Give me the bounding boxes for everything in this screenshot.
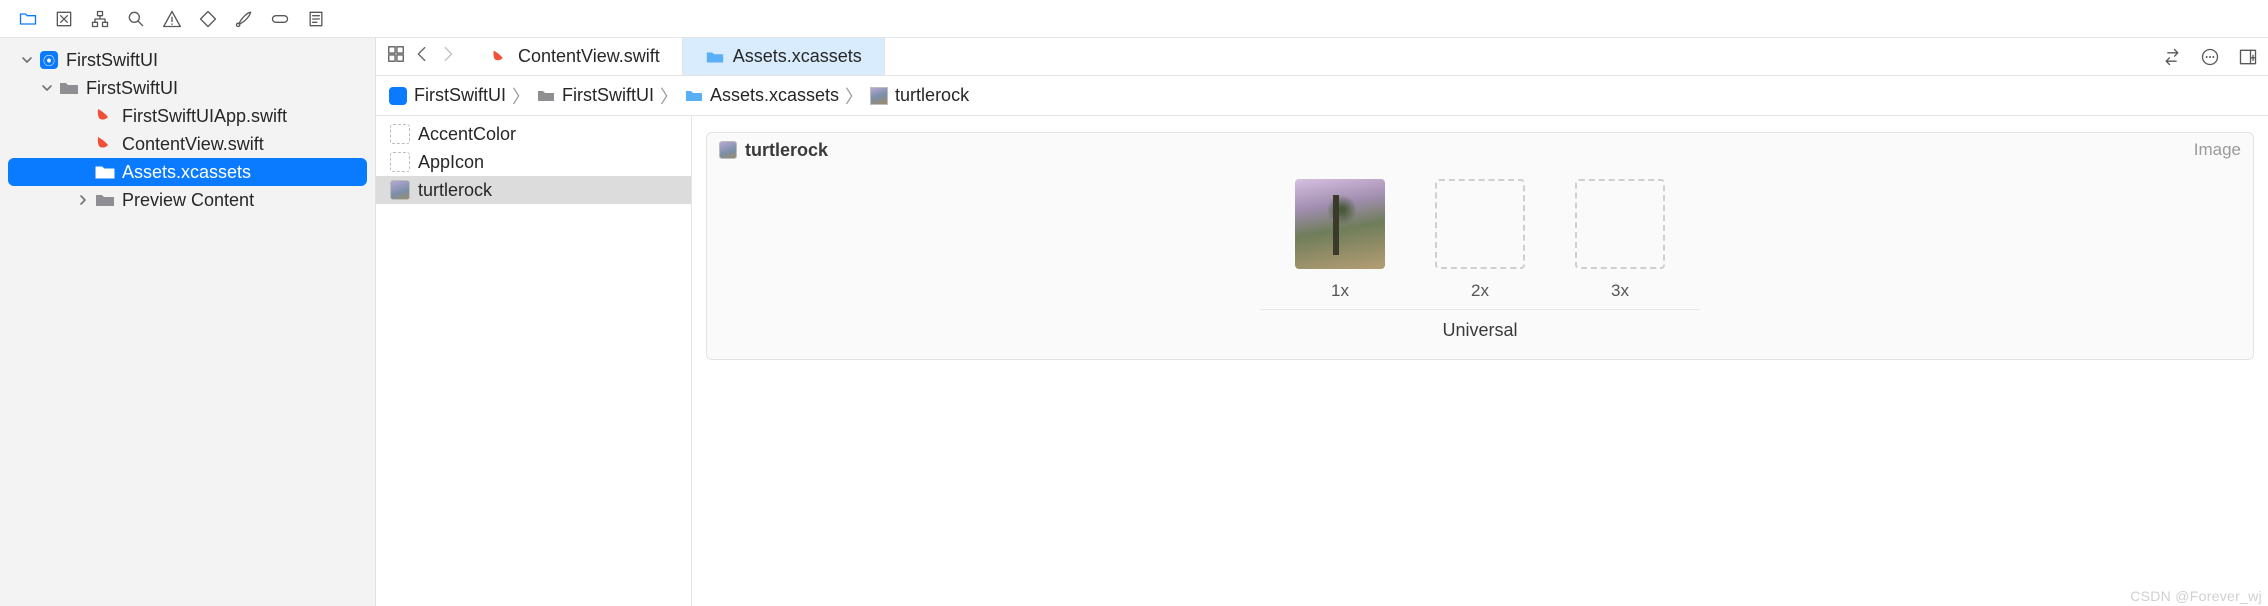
folder-icon[interactable] (14, 5, 42, 33)
tab-contentview[interactable]: ContentView.swift (468, 38, 683, 75)
tree-row-assets[interactable]: Assets.xcassets (8, 158, 367, 186)
chevron-down-icon[interactable] (20, 53, 34, 67)
forward-icon[interactable] (438, 44, 458, 69)
navigator-toolbar (0, 0, 2268, 38)
tree-label: FirstSwiftUI (66, 50, 158, 71)
search-icon[interactable] (122, 5, 150, 33)
tab-label: Assets.xcassets (733, 46, 862, 67)
asset-catalog-editor: AccentColor AppIcon turtlerock turtl (376, 116, 2268, 606)
swift-icon (94, 105, 116, 127)
chevron-right-icon: 〉 (512, 83, 530, 109)
color-thumb-icon (390, 124, 410, 144)
tab-label: ContentView.swift (518, 46, 660, 67)
pill-icon[interactable] (266, 5, 294, 33)
jumpbar-assets[interactable]: Assets.xcassets (684, 85, 839, 106)
folder-icon (58, 77, 80, 99)
tree-row-folder[interactable]: FirstSwiftUI (8, 74, 367, 102)
image-slots: 1x 2x 3x (707, 179, 2253, 301)
slot-1x[interactable]: 1x (1295, 179, 1385, 301)
image-thumb-icon (719, 141, 737, 159)
slot-thumb-1x[interactable] (1295, 179, 1385, 269)
project-navigator: ⦿ FirstSwiftUI FirstSwiftUI FirstSwiftUI… (0, 38, 376, 606)
jumpbar-image[interactable]: turtlerock (869, 85, 969, 106)
watermark: CSDN @Forever_wj (2130, 588, 2262, 604)
tree-row-file[interactable]: FirstSwiftUIApp.swift (8, 102, 367, 130)
appicon-thumb-icon (390, 152, 410, 172)
chevron-right-icon: 〉 (660, 83, 678, 109)
svg-text:⦿: ⦿ (43, 54, 55, 68)
assets-icon (684, 86, 704, 106)
asset-item-turtlerock[interactable]: turtlerock (376, 176, 691, 204)
notes-icon[interactable] (302, 5, 330, 33)
swift-icon (94, 133, 116, 155)
tree-label: Preview Content (122, 190, 254, 211)
slot-3x[interactable]: 3x (1575, 179, 1665, 301)
tab-bar: ContentView.swift Assets.xcassets (376, 38, 2268, 76)
toolbar-left-group (8, 5, 330, 33)
diamond-icon[interactable] (194, 5, 222, 33)
ellipsis-icon[interactable] (2196, 43, 2224, 71)
image-icon (869, 86, 889, 106)
brush-icon[interactable] (230, 5, 258, 33)
tab-nav-controls (376, 38, 468, 75)
assets-icon (94, 161, 116, 183)
warning-icon[interactable] (158, 5, 186, 33)
tree-label: FirstSwiftUIApp.swift (122, 106, 287, 127)
imageset-box: turtlerock Image 1x 2x (706, 132, 2254, 360)
main-area: ⦿ FirstSwiftUI FirstSwiftUI FirstSwiftUI… (0, 38, 2268, 606)
slot-empty-2x[interactable] (1435, 179, 1525, 269)
slot-label: 2x (1471, 281, 1489, 301)
tab-assets[interactable]: Assets.xcassets (683, 38, 885, 75)
add-panel-icon[interactable] (2234, 43, 2262, 71)
assets-icon (705, 47, 725, 67)
related-items-icon[interactable] (386, 44, 406, 69)
asset-item-accentcolor[interactable]: AccentColor (376, 120, 691, 148)
editor-right-controls (2158, 38, 2268, 75)
tree-label: FirstSwiftUI (86, 78, 178, 99)
asset-outline: AccentColor AppIcon turtlerock (376, 116, 692, 606)
imageset-kind: Image (2194, 140, 2241, 160)
app-icon: ⦿ (38, 49, 60, 71)
chevron-right-icon: 〉 (845, 83, 863, 109)
slot-label: 1x (1331, 281, 1349, 301)
hierarchy-icon[interactable] (86, 5, 114, 33)
chevron-right-icon[interactable] (76, 193, 90, 207)
tree-label: ContentView.swift (122, 134, 264, 155)
jumpbar-project[interactable]: FirstSwiftUI (388, 85, 506, 106)
folder-icon (94, 189, 116, 211)
slot-label: 3x (1611, 281, 1629, 301)
jumpbar-folder[interactable]: FirstSwiftUI (536, 85, 654, 106)
asset-canvas: turtlerock Image 1x 2x (692, 116, 2268, 606)
tree-row-file[interactable]: ContentView.swift (8, 130, 367, 158)
slot-empty-3x[interactable] (1575, 179, 1665, 269)
image-thumb-icon (390, 180, 410, 200)
swap-icon[interactable] (2158, 43, 2186, 71)
universal-label: Universal (1442, 320, 1517, 341)
tree-row-project[interactable]: ⦿ FirstSwiftUI (8, 46, 367, 74)
back-icon[interactable] (412, 44, 432, 69)
chevron-down-icon[interactable] (40, 81, 54, 95)
universal-group: Universal (1260, 309, 1700, 341)
app-icon (388, 86, 408, 106)
imageset-header: turtlerock Image (707, 133, 2253, 167)
jump-bar[interactable]: FirstSwiftUI 〉 FirstSwiftUI 〉 Assets.xca… (376, 76, 2268, 116)
asset-item-appicon[interactable]: AppIcon (376, 148, 691, 176)
tree-row-folder[interactable]: Preview Content (8, 186, 367, 214)
tree-label: Assets.xcassets (122, 162, 251, 183)
swift-icon (490, 47, 510, 67)
box-x-icon[interactable] (50, 5, 78, 33)
imageset-title: turtlerock (745, 140, 828, 161)
folder-icon (536, 86, 556, 106)
slot-2x[interactable]: 2x (1435, 179, 1525, 301)
editor-area: ContentView.swift Assets.xcassets FirstS… (376, 38, 2268, 606)
